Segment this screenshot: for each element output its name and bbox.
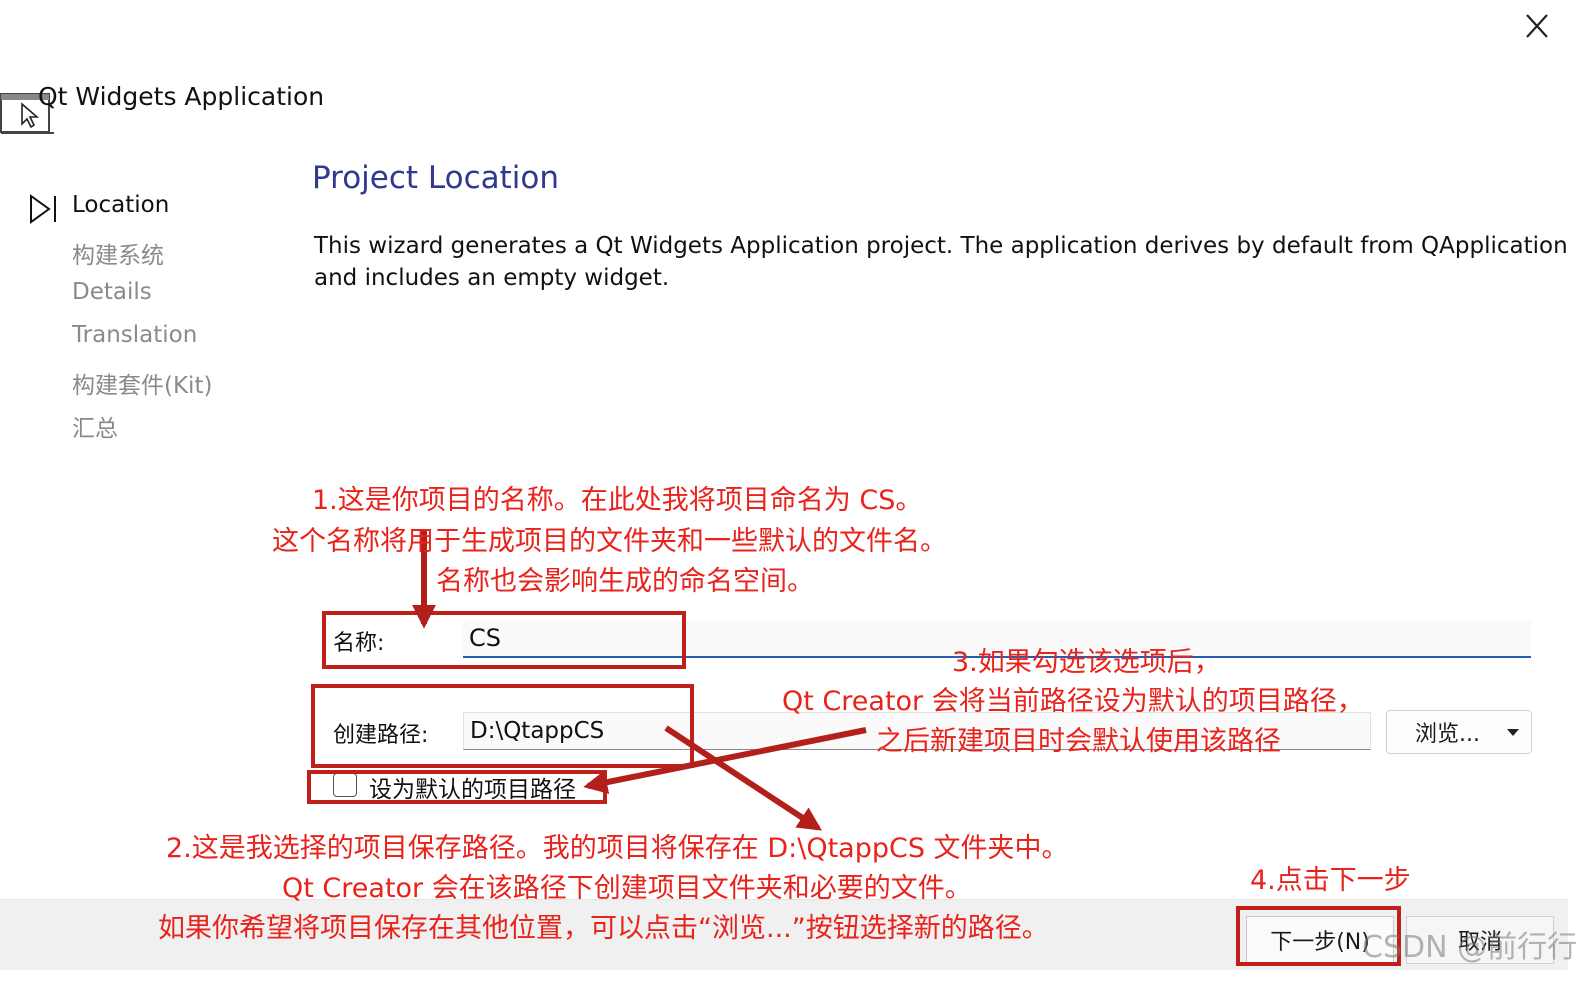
close-button[interactable]	[1518, 8, 1554, 44]
note2-line2: Qt Creator 会在该路径下创建项目文件夹和必要的文件。	[282, 873, 972, 904]
note2-line1: 2.这是我选择的项目保存路径。我的项目将保存在 D:\QtappCS 文件夹中。	[166, 833, 1069, 864]
current-step-icon	[30, 194, 56, 224]
page-title: Project Location	[312, 160, 560, 196]
note3-line1: 3.如果勾选该选项后，	[952, 647, 1221, 678]
browse-button-label: 浏览...	[1415, 722, 1480, 747]
note4: 4.点击下一步	[1250, 865, 1411, 896]
highlight-path-box	[311, 684, 694, 768]
step-summary: 汇总	[72, 416, 118, 442]
step-build-system: 构建系统	[72, 243, 164, 269]
highlight-name-box	[322, 611, 686, 669]
step-location: Location	[72, 192, 170, 218]
note2-line3: 如果你希望将项目保存在其他位置，可以点击“浏览...”按钮选择新的路径。	[158, 913, 1049, 944]
highlight-checkbox-box	[307, 770, 607, 804]
browse-button[interactable]: 浏览...	[1386, 710, 1532, 754]
note3-line2: Qt Creator 会将当前路径设为默认的项目路径，	[782, 686, 1364, 717]
note1-line1: 1.这是你项目的名称。在此处我将项目命名为 CS。	[312, 485, 923, 516]
page-description: This wizard generates a Qt Widgets Appli…	[314, 233, 1568, 291]
step-translation: Translation	[72, 322, 198, 348]
wizard-title: Qt Widgets Application	[38, 82, 325, 111]
watermark: CSDN @前行行	[1362, 930, 1578, 965]
step-details: Details	[72, 279, 152, 305]
note3-line3: 之后新建项目时会默认使用该路径	[876, 726, 1281, 757]
note1-line3: 名称也会影响生成的命名空间。	[436, 566, 814, 597]
step-kits: 构建套件(Kit)	[72, 373, 213, 399]
note1-line2: 这个名称将用于生成项目的文件夹和一些默认的文件名。	[272, 526, 947, 557]
dropdown-arrow-icon	[1507, 729, 1519, 736]
close-icon	[1526, 14, 1548, 38]
